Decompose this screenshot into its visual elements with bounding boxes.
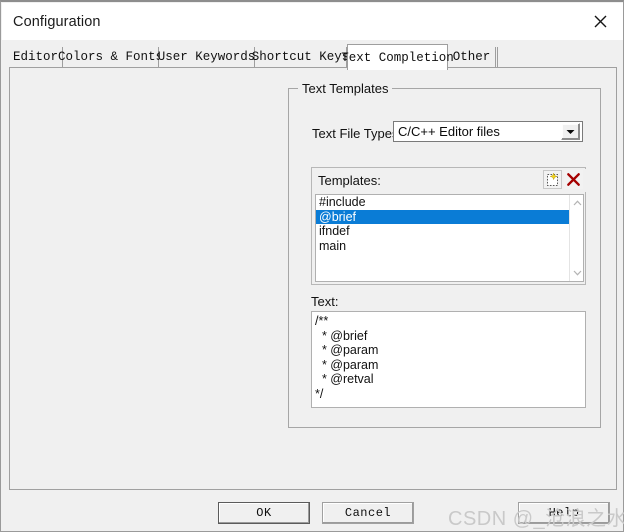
templates-label: Templates: — [318, 173, 381, 188]
tab-page-text-completion: Text Templates Text File Types: C/C++ Ed… — [9, 67, 617, 490]
list-item[interactable]: ifndef — [316, 224, 569, 239]
scroll-down-button[interactable] — [570, 266, 583, 280]
text-label: Text: — [311, 294, 339, 309]
group-title: Text Templates — [298, 81, 393, 96]
scroll-up-button[interactable] — [570, 196, 583, 210]
text-file-types-select[interactable]: C/C++ Editor files — [393, 121, 583, 142]
delete-template-icon — [567, 173, 580, 186]
text-file-types-label: Text File Types: — [312, 126, 403, 141]
tab-shortcut-keys[interactable]: Shortcut Keys — [251, 47, 350, 67]
tab-user-keywords[interactable]: User Keywords — [157, 47, 256, 67]
cancel-button[interactable]: Cancel — [322, 502, 414, 524]
tab-editor[interactable]: Editor — [9, 47, 63, 67]
templates-listbox[interactable]: #include @brief ifndef main — [315, 194, 584, 282]
help-button[interactable]: Help — [518, 502, 610, 524]
title-bar: Configuration — [2, 3, 623, 40]
template-text-editor[interactable]: /** * @brief * @param * @param * @retval… — [311, 311, 586, 408]
close-button[interactable] — [578, 3, 623, 39]
templates-toolbar — [543, 170, 583, 189]
templates-list-items: #include @brief ifndef main — [316, 195, 569, 281]
chevron-down-icon — [573, 270, 581, 276]
list-item[interactable]: main — [316, 239, 569, 254]
tab-label: Colors & Fonts — [57, 50, 164, 64]
close-icon — [594, 15, 607, 27]
tab-label: Other — [452, 50, 491, 64]
tab-other[interactable]: Other — [448, 47, 496, 67]
tab-text-completion[interactable]: Text Completion — [341, 44, 454, 70]
chevron-down-glyph — [566, 129, 575, 134]
template-text-content: /** * @brief * @param * @param * @retval… — [315, 314, 379, 401]
new-template-button[interactable] — [543, 170, 562, 189]
window-frame: Configuration Editor Colors & Fonts User… — [0, 0, 624, 532]
tab-label: Text Completion — [341, 50, 454, 65]
delete-template-button[interactable] — [564, 170, 583, 189]
text-file-types-value: C/C++ Editor files — [398, 124, 500, 139]
templates-scrollbar[interactable] — [569, 195, 583, 281]
dialog-button-bar: OK Cancel Help — [2, 493, 623, 532]
templates-panel: Templates: #include @brief ifndef main — [311, 167, 586, 285]
list-item[interactable]: @brief — [316, 209, 569, 224]
new-template-icon — [547, 172, 558, 186]
configuration-dialog: Configuration Editor Colors & Fonts User… — [0, 0, 624, 532]
tab-label: User Keywords — [157, 50, 256, 64]
tab-colors-fonts[interactable]: Colors & Fonts — [58, 47, 163, 67]
chevron-up-icon — [573, 200, 581, 206]
chevron-down-icon[interactable] — [561, 123, 580, 140]
list-item[interactable]: #include — [316, 195, 569, 210]
text-templates-group: Text Templates Text File Types: C/C++ Ed… — [288, 81, 601, 428]
tab-strip-filler — [496, 47, 498, 67]
ok-button[interactable]: OK — [218, 502, 310, 524]
window-title: Configuration — [13, 14, 101, 30]
tab-label: Editor — [13, 50, 59, 64]
tab-strip: Editor Colors & Fonts User Keywords Shor… — [9, 44, 617, 70]
tab-label: Shortcut Keys — [251, 50, 350, 64]
